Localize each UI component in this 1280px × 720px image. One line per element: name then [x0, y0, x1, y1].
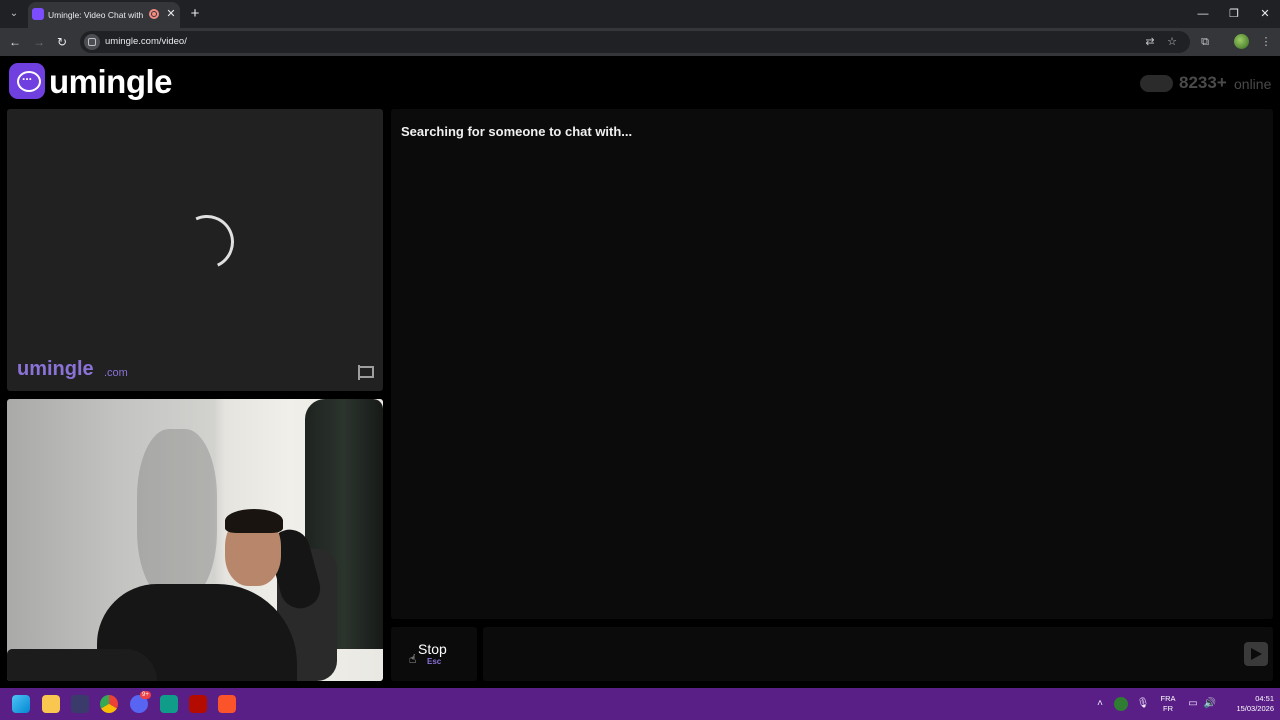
security-tray-icon[interactable]	[1114, 697, 1128, 711]
online-label: online	[1234, 76, 1272, 92]
umingle-favicon-icon	[32, 8, 44, 20]
clock-time: 04:51	[1255, 694, 1274, 703]
tab-search-icon[interactable]: ⌄	[6, 6, 22, 22]
url-text: umingle.com/video/	[105, 36, 187, 47]
online-count: 8233+	[1179, 73, 1227, 92]
input-language[interactable]: FRA FR	[1158, 694, 1178, 714]
umingle-logo-icon[interactable]	[9, 63, 45, 99]
restore-icon[interactable]: ❐	[1224, 5, 1244, 23]
address-bar[interactable]: umingle.com/video/	[80, 31, 1190, 53]
chat-log-panel: Searching for someone to chat with...	[391, 109, 1273, 619]
video-watermark: umingle	[17, 358, 94, 380]
message-compose-box	[483, 627, 1273, 681]
network-icon[interactable]: ▭	[1186, 697, 1200, 711]
stop-shortcut-hint: Esc	[427, 657, 442, 666]
bookmark-star-icon[interactable]: ☆	[1164, 34, 1180, 50]
site-logo-text[interactable]: umingle	[49, 62, 173, 102]
tab-title: Umingle: Video Chat with S	[48, 10, 144, 20]
brave-icon[interactable]	[218, 695, 236, 713]
umingle-page: umingle 8233+ online umingle .com Search…	[0, 56, 1280, 688]
minimize-icon[interactable]: —	[1193, 5, 1213, 23]
browser-toolbar: ← → ↻ umingle.com/video/ ⇄ ☆ ⧉ ⋮	[0, 28, 1280, 56]
lang-secondary: FR	[1163, 704, 1173, 713]
translate-icon[interactable]: ⇄	[1142, 34, 1158, 50]
chat-status-message: Searching for someone to chat with...	[401, 124, 633, 139]
tray-chevron-icon[interactable]: ˄	[1093, 697, 1107, 711]
clock-date: 15/03/2026	[1236, 704, 1274, 713]
wall-shadow	[137, 429, 217, 599]
recording-indicator-icon	[149, 9, 159, 19]
site-info-icon[interactable]	[84, 34, 100, 50]
send-icon[interactable]	[1244, 642, 1268, 666]
microsoft-store-icon[interactable]	[71, 695, 89, 713]
chrome-icon[interactable]	[100, 695, 118, 713]
window-close-icon[interactable]: ✕	[1255, 5, 1275, 23]
browser-menu-icon[interactable]: ⋮	[1258, 34, 1274, 50]
stop-button-label: Stop	[418, 641, 447, 657]
back-arrow-icon[interactable]: ←	[6, 33, 24, 51]
loading-spinner-icon	[172, 207, 242, 277]
discord-badge: 9+	[140, 691, 151, 699]
online-toggle[interactable]	[1140, 75, 1173, 92]
browser-tab-active[interactable]: Umingle: Video Chat with S ✕	[28, 2, 180, 28]
discord-icon[interactable]: 9+	[130, 691, 151, 713]
hand-cursor-icon: ☝	[409, 652, 417, 666]
system-clock[interactable]: 04:51 15/03/2026	[1220, 694, 1274, 714]
report-flag-icon[interactable]	[356, 363, 374, 381]
forward-arrow-icon[interactable]: →	[30, 33, 48, 51]
browser-tab-bar: ⌄ Umingle: Video Chat with S ✕ + — ❐ ✕	[0, 0, 1280, 28]
new-tab-button[interactable]: +	[186, 5, 204, 23]
stop-button[interactable]: Stop Esc ☝	[391, 627, 477, 681]
profile-avatar[interactable]	[1234, 34, 1249, 49]
video-watermark-suffix: .com	[104, 367, 128, 379]
file-explorer-icon[interactable]	[42, 695, 60, 713]
microphone-icon[interactable]: 🎙	[1136, 697, 1150, 711]
person-hair	[225, 509, 283, 533]
volume-icon[interactable]: 🔊	[1203, 697, 1217, 711]
local-video-panel	[7, 399, 383, 681]
windows-taskbar: 9+ ˄ 🎙 FRA FR ▭ 🔊 04:51 15/03/2026	[0, 688, 1280, 720]
tab-close-icon[interactable]: ✕	[164, 7, 178, 21]
acrobat-icon[interactable]	[189, 695, 207, 713]
windows-start-icon[interactable]	[12, 695, 30, 713]
extensions-icon[interactable]: ⧉	[1197, 34, 1213, 50]
lang-primary: FRA	[1160, 694, 1176, 703]
remote-video-panel: umingle .com	[7, 109, 383, 391]
whatsapp-icon[interactable]	[160, 695, 178, 713]
message-input[interactable]	[493, 641, 1233, 667]
person-forearm	[7, 649, 157, 681]
reload-icon[interactable]: ↻	[53, 33, 71, 51]
